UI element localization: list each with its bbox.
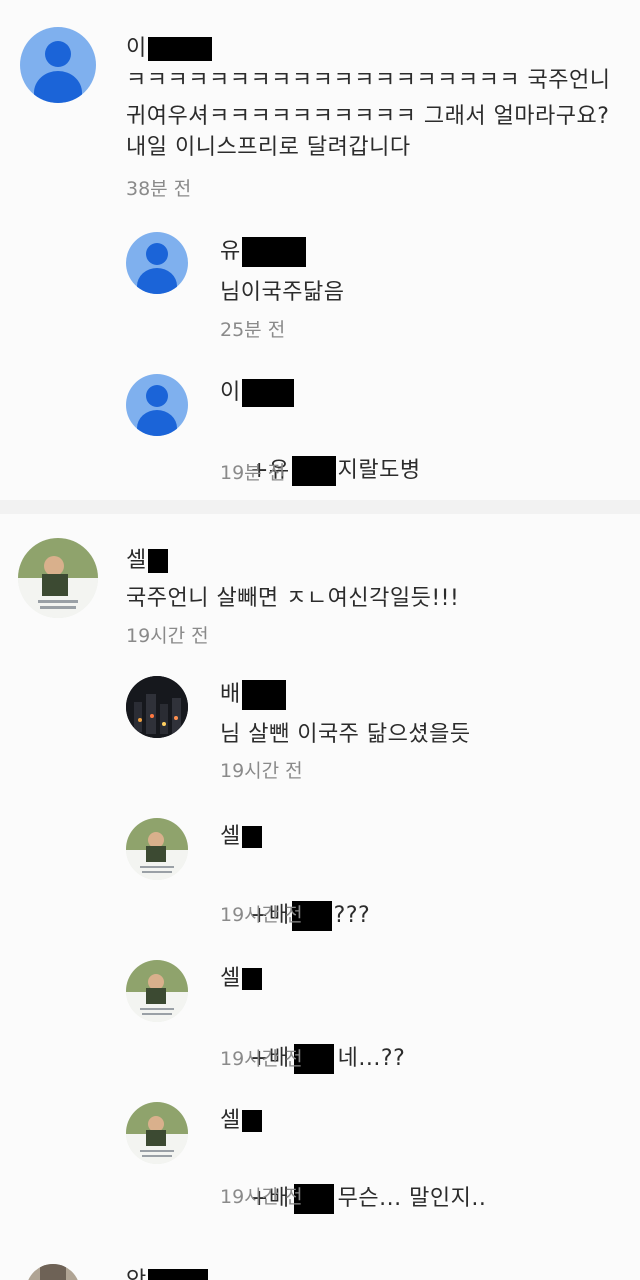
profile-photo-icon [126,960,188,1022]
avatar[interactable] [126,818,188,880]
comment-text-line: 님 살뺀 이국주 닮으셨을듯 [220,722,471,747]
redaction-box [242,237,307,267]
avatar[interactable] [126,1102,188,1164]
redaction-box [242,968,263,990]
avatar[interactable] [126,374,188,436]
section-divider [0,500,640,514]
comment-text-line: ㅋㅋㅋㅋㅋㅋㅋㅋㅋㅋㅋㅋㅋㅋㅋㅋㅋㅋㅋ 국주언니 [126,68,611,93]
profile-photo-icon [26,1264,80,1280]
comment-author[interactable]: 셀 [220,1102,263,1134]
avatar-head-icon [146,243,168,265]
redaction-box [148,1269,209,1280]
comment-body: 네...?? [337,1046,406,1071]
redaction-box [242,1110,263,1132]
reply: 셀 +배??? 19시간 전 [0,812,640,942]
comment-author[interactable]: 배 [220,676,287,710]
redaction-box [148,37,213,61]
redaction-box [242,826,263,848]
avatar-head-icon [45,41,71,67]
avatar[interactable] [126,960,188,1022]
city-night-photo-icon [126,676,188,738]
comment: 셀 국주언니 살빼면 ㅈㄴ여신각일듯!!! 19시간 전 [0,520,640,670]
comment-author[interactable]: 이 [126,30,213,62]
comment-author[interactable]: 셀 [220,818,263,850]
comment-timestamp: 38분 전 [126,178,192,200]
comment-author[interactable]: 셀 [220,960,263,992]
comment-timestamp: 19시간 전 [220,1186,303,1208]
comment-timestamp: 19시간 전 [220,1048,303,1070]
redaction-box [291,456,336,486]
comment: 이 ㅋㅋㅋㅋㅋㅋㅋㅋㅋㅋㅋㅋㅋㅋㅋㅋㅋㅋㅋ 국주언니 귀여우셔ㅋㅋㅋㅋㅋㅋㅋㅋㅋ… [0,0,640,210]
comment-body: 지랄도병 [337,458,421,483]
profile-photo-icon [18,538,98,618]
avatar[interactable] [18,538,98,618]
comment-body: 무슨... 말인지.. [337,1186,487,1211]
profile-photo-icon [126,1102,188,1164]
comment-text-line: 님이국주닮음 [220,280,345,305]
avatar-body-icon [34,71,82,103]
redaction-box [148,549,169,573]
reply: 배 님 살뺀 이국주 닮으셨을듯 19시간 전 [0,670,640,800]
comment-author[interactable]: 셀 [126,542,169,574]
comment-text-line: 내일 이니스프리로 달려갑니다 [126,135,411,160]
comment-author[interactable]: 안 [126,1262,209,1280]
comment-timestamp: 25분 전 [220,319,286,341]
profile-photo-icon [126,818,188,880]
avatar[interactable] [20,27,96,103]
avatar-head-icon [146,385,168,407]
reply: 유 님이국주닮음 25분 전 [0,220,640,350]
redaction-box [242,680,287,710]
comment-body: ??? [333,903,371,928]
avatar[interactable] [126,676,188,738]
redaction-box [242,379,295,407]
avatar[interactable] [26,1264,80,1280]
avatar-body-icon [137,410,177,436]
comment-timestamp: 19시간 전 [220,760,303,782]
comment-author[interactable]: 유 [220,233,307,267]
comment-text-line: 국주언니 살빼면 ㅈㄴ여신각일듯!!! [126,586,460,611]
comment-timestamp: 19시간 전 [220,904,303,926]
comment-author[interactable]: 이 [220,374,295,407]
comment-timestamp: 19분 전 [220,462,286,484]
reply: 셀 +배 네...?? 19시간 전 [0,954,640,1084]
avatar-body-icon [137,268,177,294]
reply: 이 +유 지랄도병 19분 전 [0,362,640,492]
reply: 셀 +배 무슨... 말인지.. 19시간 전 [0,1096,640,1226]
avatar[interactable] [126,232,188,294]
comment-timestamp: 19시간 전 [126,625,209,647]
comment: 안 [0,1244,640,1280]
